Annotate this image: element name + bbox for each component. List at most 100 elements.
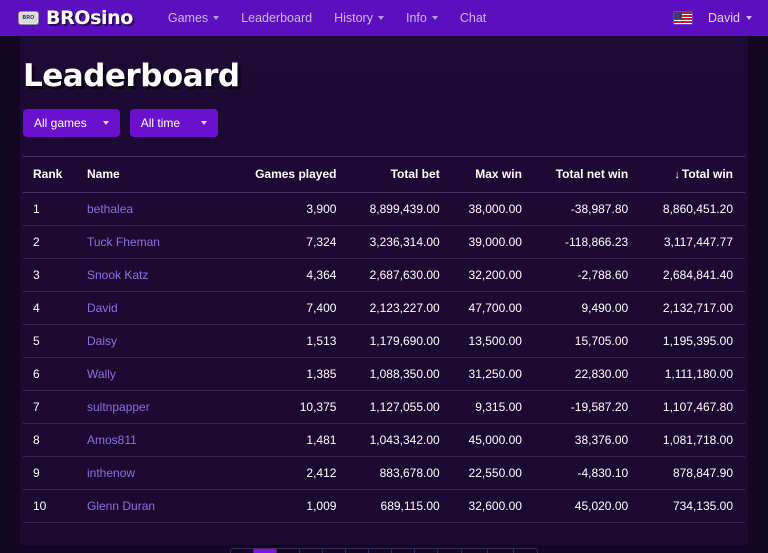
cell-total-bet: 2,123,227.00 <box>342 291 446 325</box>
table-row: 5 Daisy 1,513 1,179,690.00 13,500.00 15,705.0… <box>23 324 745 358</box>
nav-item-games[interactable]: Games <box>157 6 230 30</box>
pagination-page-27[interactable]: 27 <box>488 549 515 553</box>
pagination-page-4[interactable]: 4 <box>323 549 346 553</box>
cell-rank: 5 <box>23 324 75 358</box>
us-flag-icon[interactable] <box>674 12 693 24</box>
cell-total-net-win: 22,830.00 <box>527 357 635 391</box>
nav-item-info[interactable]: Info <box>395 6 449 30</box>
cell-player-name: Tuck Fheman <box>75 225 225 259</box>
cell-rank: 1 <box>23 192 75 226</box>
user-menu[interactable]: David <box>708 11 752 25</box>
cell-max-win: 22,550.00 <box>445 456 528 490</box>
cell-total-win: 1,195,395.00 <box>634 324 745 358</box>
table-row: 9 inthenow 2,412 883,678.00 22,550.00 -4,830.… <box>23 456 745 490</box>
column-header-total-win[interactable]: ↓ Total win <box>634 156 745 193</box>
cell-total-win: 878,847.90 <box>634 456 745 490</box>
player-profile-link[interactable]: Tuck Fheman <box>87 235 160 249</box>
brand-logo[interactable]: BRO BROsino <box>18 7 133 29</box>
cell-total-bet: 8,899,439.00 <box>342 192 446 226</box>
cell-total-win: 1,111,180.00 <box>634 357 745 391</box>
pagination-page-26[interactable]: 26 <box>462 549 489 553</box>
cell-max-win: 32,200.00 <box>445 258 528 292</box>
pagination-page-8[interactable]: 8 <box>415 549 438 553</box>
player-profile-link[interactable]: Daisy <box>87 334 117 348</box>
column-header-total-net-win[interactable]: Total net win <box>527 156 635 193</box>
cell-max-win: 13,500.00 <box>445 324 528 358</box>
page-body: Leaderboard All games All time Rank Name… <box>0 36 768 553</box>
cell-player-name: Wally <box>75 357 225 391</box>
player-profile-link[interactable]: Wally <box>87 367 116 381</box>
cell-max-win: 32,600.00 <box>445 489 528 523</box>
cell-total-bet: 689,115.00 <box>342 489 446 523</box>
filter-bar: All games All time <box>20 94 748 137</box>
nav-item-history[interactable]: History <box>323 6 395 30</box>
pagination-page-7[interactable]: 7 <box>392 549 415 553</box>
column-header-rank[interactable]: Rank <box>23 156 75 193</box>
cell-total-bet: 1,088,350.00 <box>342 357 446 391</box>
cell-player-name: Glenn Duran <box>75 489 225 523</box>
nav-item-chat-label: Chat <box>459 11 487 25</box>
cell-rank: 6 <box>23 357 75 391</box>
cell-total-win: 3,117,447.77 <box>634 225 745 259</box>
player-profile-link[interactable]: Glenn Duran <box>87 499 155 513</box>
cell-total-net-win: 38,376.00 <box>527 423 635 457</box>
table-row: 6 Wally 1,385 1,088,350.00 31,250.00 22,830.0… <box>23 357 745 391</box>
table-body: 1 bethalea 3,900 8,899,439.00 38,000.00 -38,9… <box>23 192 745 523</box>
player-profile-link[interactable]: David <box>87 301 118 315</box>
player-profile-link[interactable]: inthenow <box>87 466 135 480</box>
chevron-down-icon <box>102 121 109 125</box>
content-card: Leaderboard All games All time Rank Name… <box>20 36 748 553</box>
cell-games-played: 1,385 <box>225 357 343 391</box>
game-filter-dropdown[interactable]: All games <box>23 109 120 137</box>
column-header-total-bet[interactable]: Total bet <box>342 156 446 193</box>
cell-rank: 10 <box>23 489 75 523</box>
time-filter-dropdown[interactable]: All time <box>129 109 218 137</box>
column-header-total-win-label: Total win <box>681 167 733 181</box>
nav-item-leaderboard[interactable]: Leaderboard <box>230 6 323 30</box>
nav-item-history-label: History <box>334 11 373 25</box>
cell-total-net-win: 15,705.00 <box>527 324 635 358</box>
cell-total-net-win: -38,987.80 <box>527 192 635 226</box>
cell-total-win: 1,081,718.00 <box>634 423 745 457</box>
pagination-prev-button[interactable]: ‹ <box>231 549 254 553</box>
player-profile-link[interactable]: Snook Katz <box>87 268 148 282</box>
chevron-down-icon <box>213 16 220 20</box>
column-header-name[interactable]: Name <box>75 156 225 193</box>
pagination: ‹12345678…2627› <box>229 548 539 553</box>
cell-games-played: 1,009 <box>225 489 343 523</box>
nav-item-leaderboard-label: Leaderboard <box>241 11 313 25</box>
cell-games-played: 4,364 <box>225 258 343 292</box>
cell-games-played: 2,412 <box>225 456 343 490</box>
player-profile-link[interactable]: Amos811 <box>87 433 137 447</box>
chevron-down-icon <box>377 16 384 20</box>
leaderboard-table: Rank Name Games played Total bet Max win… <box>23 156 745 523</box>
cell-max-win: 47,700.00 <box>445 291 528 325</box>
pagination-page-6[interactable]: 6 <box>369 549 392 553</box>
pagination-wrap: ‹12345678…2627› <box>20 523 748 553</box>
cell-total-win: 8,860,451.20 <box>634 192 745 226</box>
cell-total-net-win: -19,587.20 <box>527 390 635 424</box>
table-header-row: Rank Name Games played Total bet Max win… <box>23 156 745 193</box>
cell-total-bet: 1,127,055.00 <box>342 390 446 424</box>
pagination-page-5[interactable]: 5 <box>346 549 369 553</box>
cell-total-win: 2,132,717.00 <box>634 291 745 325</box>
pagination-page-1[interactable]: 1 <box>253 549 277 553</box>
column-header-games-played[interactable]: Games played <box>225 156 343 193</box>
nav-links: Games Leaderboard History Info Chat <box>157 6 497 30</box>
pagination-page-2[interactable]: 2 <box>277 549 300 553</box>
cell-player-name: Amos811 <box>75 423 225 457</box>
cell-max-win: 38,000.00 <box>445 192 528 226</box>
pagination-next-button[interactable]: › <box>514 549 537 553</box>
cell-player-name: Snook Katz <box>75 258 225 292</box>
pagination-ellipsis: … <box>438 549 463 553</box>
cell-total-net-win: -118,866.23 <box>527 225 635 259</box>
cell-max-win: 31,250.00 <box>445 357 528 391</box>
pagination-page-3[interactable]: 3 <box>300 549 323 553</box>
table-row: 3 Snook Katz 4,364 2,687,630.00 32,200.00 -2,… <box>23 258 745 292</box>
player-profile-link[interactable]: bethalea <box>87 202 133 216</box>
column-header-max-win[interactable]: Max win <box>445 156 528 193</box>
nav-item-chat[interactable]: Chat <box>449 6 497 30</box>
nav-item-info-label: Info <box>405 11 427 25</box>
chevron-down-icon <box>746 16 752 20</box>
player-profile-link[interactable]: sultnpapper <box>87 400 150 414</box>
